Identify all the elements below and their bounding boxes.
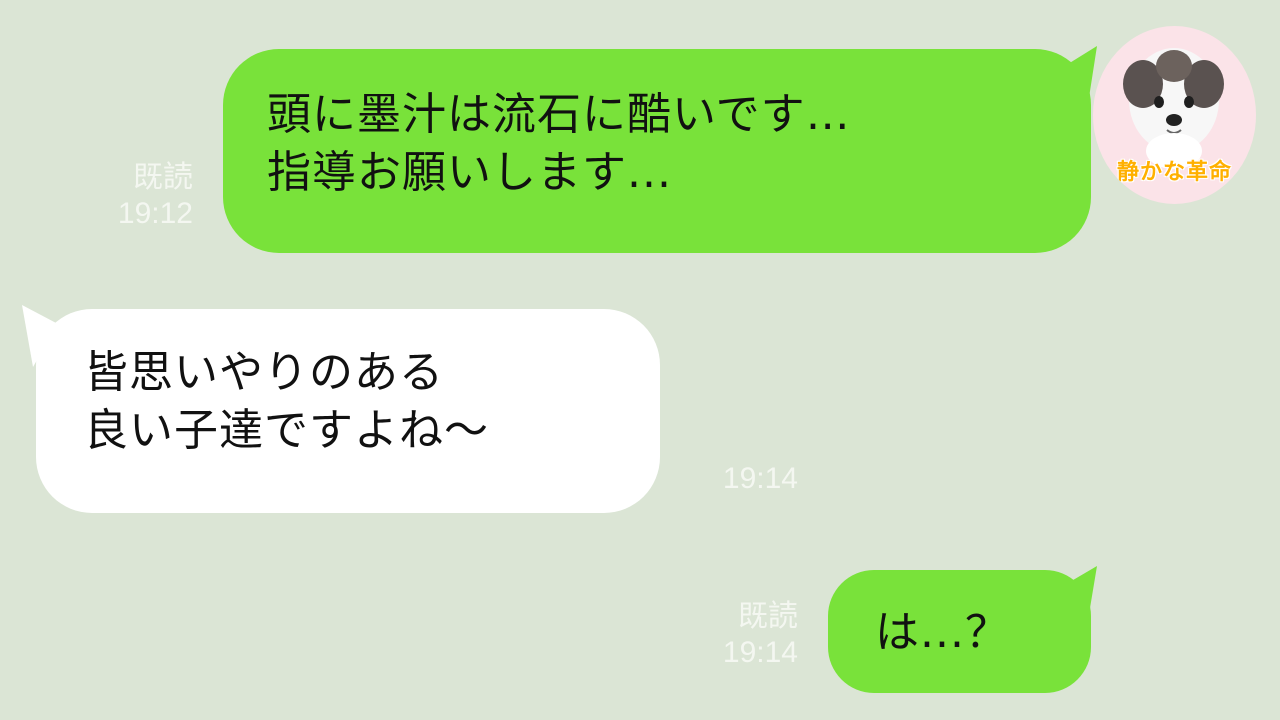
avatar-label: 静かな革命 <box>1116 160 1232 185</box>
read-receipt-1: 既読 19:12 <box>70 160 193 232</box>
timestamp-2: 19:14 <box>722 462 798 495</box>
timestamp-3: 19:14 <box>722 636 798 669</box>
timestamp-1: 19:12 <box>117 197 193 230</box>
message-text-1: 頭に墨汁は流石に酷いです… 指導お願いします... <box>267 89 851 198</box>
message-text-2: 皆思いやりのある 良い子達ですよね〜 <box>84 347 489 456</box>
read-label-1: 既読 <box>133 161 193 194</box>
read-label-3: 既読 <box>738 600 798 633</box>
read-receipt-3: 既読 19:14 <box>676 599 798 671</box>
avatar[interactable]: 静かな革命 <box>1093 26 1256 204</box>
message-text-3: は...？ <box>875 607 1010 658</box>
